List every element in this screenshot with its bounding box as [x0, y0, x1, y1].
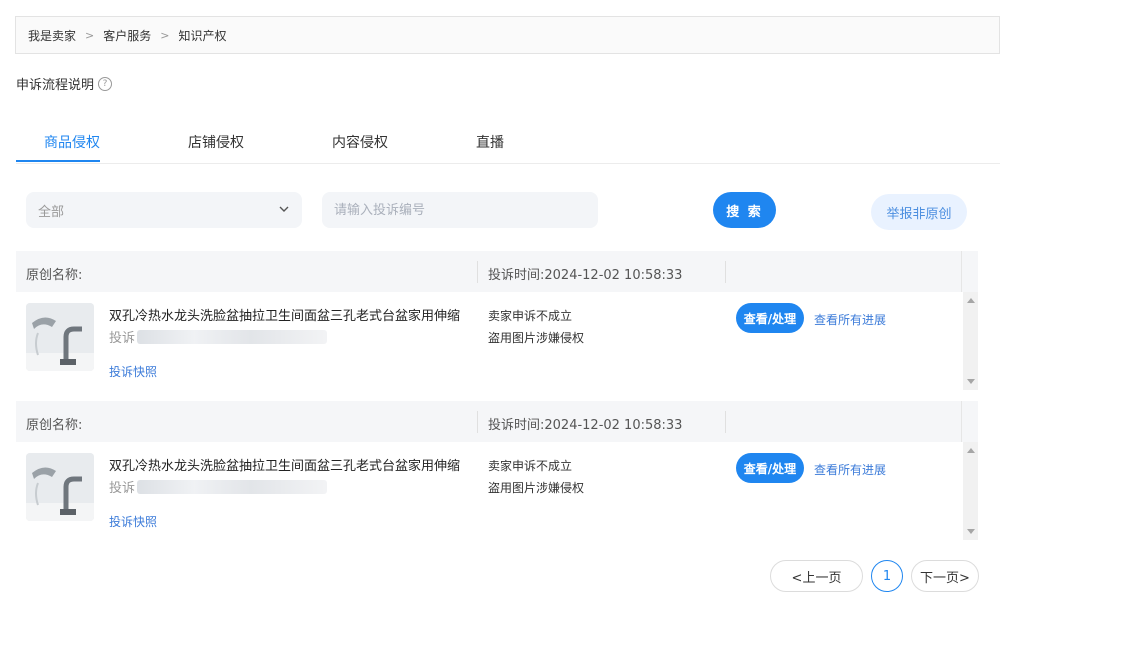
column-divider [725, 261, 726, 283]
complaint-card-header: 原创名称: 投诉时间:2024-12-02 10:58:33 [16, 401, 978, 442]
tab-store-infringement[interactable]: 店铺侵权 [188, 132, 244, 152]
scroll-down-icon[interactable] [967, 379, 975, 384]
complaint-time: 投诉时间:2024-12-02 10:58:33 [488, 418, 683, 433]
question-circle-icon[interactable]: ? [98, 76, 113, 91]
product-title: 双孔冷热水龙头洗脸盆抽拉卫生间面盆三孔老式台盆家用伸缩 [109, 459, 461, 474]
tab-bar: 商品侵权 店铺侵权 内容侵权 直播 [16, 120, 1000, 164]
breadcrumb-separator: > [160, 28, 170, 42]
scroll-down-icon[interactable] [967, 529, 975, 534]
product-thumbnail [26, 303, 94, 371]
prev-page-button[interactable]: <上一页 [770, 560, 863, 592]
breadcrumb: 我是卖家 > 客户服务 > 知识产权 [15, 16, 1000, 54]
scroll-up-icon[interactable] [967, 448, 975, 453]
view-handle-button[interactable]: 查看/处理 [736, 453, 804, 483]
tab-product-infringement[interactable]: 商品侵权 [44, 132, 100, 152]
original-name-label: 原创名称: [26, 268, 83, 283]
complaint-card: 原创名称: 投诉时间:2024-12-02 10:58:33 双孔冷热水龙头洗脸… [16, 251, 978, 390]
complaint-number-input[interactable] [322, 192, 598, 228]
column-divider [477, 411, 478, 433]
page-number-current[interactable]: 1 [871, 560, 903, 592]
tab-content-infringement[interactable]: 内容侵权 [332, 132, 388, 152]
appeal-process-label: 申诉流程说明 [16, 78, 95, 93]
chevron-down-icon [279, 206, 289, 212]
complaint-status: 卖家申诉不成立 [488, 459, 573, 473]
complaint-status: 卖家申诉不成立 [488, 309, 573, 323]
column-divider [961, 251, 962, 292]
appeal-process-info[interactable]: 申诉流程说明 ? [16, 74, 113, 93]
redacted-complaint-number [137, 479, 328, 494]
search-button[interactable]: 搜 索 [713, 192, 776, 228]
view-all-progress-link[interactable]: 查看所有进展 [814, 461, 886, 478]
faucet-image-icon [26, 303, 94, 371]
category-select[interactable]: 全部 [26, 192, 302, 228]
category-select-value: 全部 [38, 204, 65, 220]
complaint-snapshot-link[interactable]: 投诉快照 [109, 513, 157, 530]
breadcrumb-item-ip: 知识产权 [178, 28, 227, 43]
report-non-original-button[interactable]: 举报非原创 [871, 194, 967, 230]
product-title: 双孔冷热水龙头洗脸盆抽拉卫生间面盆三孔老式台盆家用伸缩 [109, 309, 461, 324]
column-divider [477, 261, 478, 283]
scroll-up-icon[interactable] [967, 298, 975, 303]
breadcrumb-separator: > [85, 28, 95, 42]
complaint-card: 原创名称: 投诉时间:2024-12-02 10:58:33 双孔冷热水龙头洗脸… [16, 401, 978, 540]
complaint-card-header: 原创名称: 投诉时间:2024-12-02 10:58:33 [16, 251, 978, 292]
column-divider [725, 411, 726, 433]
column-divider [961, 401, 962, 442]
active-tab-indicator [16, 160, 100, 162]
complaint-number: 投诉 [109, 477, 328, 496]
product-thumbnail [26, 453, 94, 521]
complaint-number-label: 投诉 [109, 481, 136, 496]
view-handle-button[interactable]: 查看/处理 [736, 303, 804, 333]
original-name-label: 原创名称: [26, 418, 83, 433]
complaint-time: 投诉时间:2024-12-02 10:58:33 [488, 268, 683, 283]
complaint-snapshot-link[interactable]: 投诉快照 [109, 363, 157, 380]
breadcrumb-item-customer-service[interactable]: 客户服务 [103, 27, 151, 44]
tab-live[interactable]: 直播 [476, 132, 504, 152]
card-scrollbar[interactable] [963, 292, 978, 390]
redacted-complaint-number [137, 329, 328, 344]
complaint-reason: 盗用图片涉嫌侵权 [488, 481, 585, 495]
complaint-reason: 盗用图片涉嫌侵权 [488, 331, 585, 345]
complaint-number: 投诉 [109, 327, 328, 346]
next-page-button[interactable]: 下一页> [911, 560, 979, 592]
card-scrollbar[interactable] [963, 442, 978, 540]
view-all-progress-link[interactable]: 查看所有进展 [814, 311, 886, 328]
breadcrumb-item-seller[interactable]: 我是卖家 [28, 27, 76, 44]
faucet-image-icon [26, 453, 94, 521]
complaint-number-label: 投诉 [109, 331, 136, 346]
